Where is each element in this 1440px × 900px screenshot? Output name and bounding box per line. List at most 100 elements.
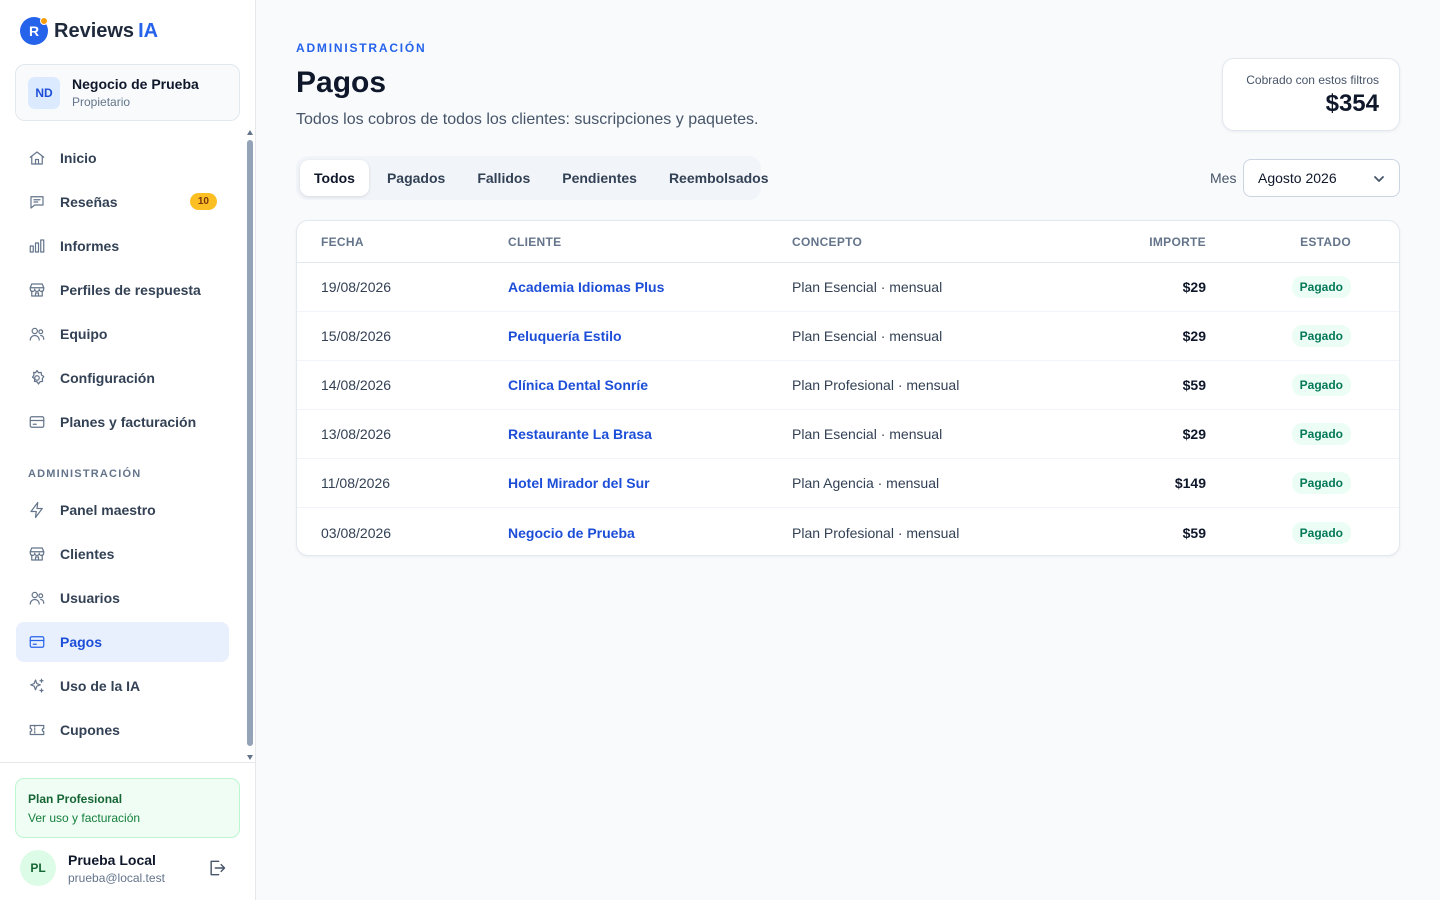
payment-date: 11/08/2026 [321, 475, 391, 491]
credit-card-icon [29, 636, 45, 648]
sidebar-footer: Plan Profesional Ver uso y facturación P… [0, 762, 255, 900]
chevron-down-icon [1374, 176, 1384, 182]
sidebar-item-pagos[interactable]: Pagos [16, 622, 229, 662]
tab-fallidos[interactable]: Fallidos [463, 160, 544, 196]
payment-date: 13/08/2026 [321, 426, 392, 442]
sidebar-item-clientes[interactable]: Clientes [16, 534, 229, 574]
tab-pendientes[interactable]: Pendientes [548, 160, 651, 196]
client-link[interactable]: Negocio de Prueba [508, 525, 635, 541]
client-link[interactable]: Clínica Dental Sonríe [508, 377, 648, 393]
sidebar-item-uso-ia[interactable]: Uso de la IA [16, 666, 229, 706]
month-select[interactable]: Agosto 2026 [1243, 159, 1400, 197]
scroll-up-arrow-icon[interactable] [247, 130, 253, 135]
payment-concept: Plan Agencia · mensual [792, 475, 940, 491]
month-select-value: Agosto 2026 [1258, 170, 1337, 186]
plan-name: Plan Profesional [28, 792, 123, 806]
status-badge: Pagado [1291, 276, 1351, 298]
payment-concept: Plan Esencial · mensual [792, 426, 943, 442]
column-header-cliente: CLIENTE [508, 234, 562, 249]
table-header: FECHA CLIENTE CONCEPTO IMPORTE ESTADO [297, 221, 1399, 263]
payment-concept: Plan Profesional · mensual [792, 524, 960, 541]
client-link[interactable]: Hotel Mirador del Sur [508, 475, 650, 491]
sidebar-item-panel-maestro[interactable]: Panel maestro [16, 490, 229, 530]
sidebar-item-inicio[interactable]: Inicio [16, 138, 229, 178]
payment-date: 15/08/2026 [321, 328, 392, 344]
client-link[interactable]: Academia Idiomas Plus [508, 279, 664, 295]
business-avatar: ND [28, 76, 60, 109]
sidebar-item-equipo[interactable]: Equipo [16, 314, 229, 354]
table-row: 13/08/2026 Restaurante La Brasa Plan Ese… [297, 410, 1399, 459]
payments-table: FECHA CLIENTE CONCEPTO IMPORTE ESTADO 19… [296, 220, 1400, 556]
tab-todos[interactable]: Todos [300, 160, 369, 196]
admin-section-label: ADMINISTRACIÓN [28, 468, 142, 480]
sidebar-item-label: Perfiles de respuesta [60, 282, 201, 298]
plan-usage-link[interactable]: Ver uso y facturación [28, 811, 227, 825]
total-value: $354 [1325, 90, 1379, 117]
table-row: 15/08/2026 Peluquería Estilo Plan Esenci… [297, 312, 1399, 361]
payment-concept: Plan Profesional · mensual [792, 377, 960, 393]
payment-amount: $29 [1182, 328, 1206, 344]
payment-date: 14/08/2026 [321, 377, 392, 393]
status-badge: Pagado [1291, 521, 1351, 544]
sidebar-item-label: Clientes [60, 546, 115, 562]
reviews-count-badge: 10 [189, 193, 217, 210]
business-role: Propietario [72, 95, 131, 109]
client-link[interactable]: Restaurante La Brasa [508, 426, 652, 442]
business-name: Negocio de Prueba [72, 76, 199, 92]
sidebar-item-label: Panel maestro [60, 502, 156, 518]
sidebar-item-label: Cupones [60, 722, 120, 738]
store-icon [29, 283, 45, 297]
logo-letter: R [28, 23, 40, 39]
brand-logo[interactable]: R Reviews IA [20, 17, 158, 45]
home-icon [29, 151, 45, 165]
sidebar-item-resenas[interactable]: Reseñas 10 [16, 182, 229, 222]
payment-amount: $29 [1182, 426, 1206, 442]
sidebar-item-label: Usuarios [60, 590, 120, 606]
column-header-estado: ESTADO [1300, 234, 1351, 249]
sidebar-item-planes[interactable]: Planes y facturación [16, 402, 229, 442]
payment-date: 19/08/2026 [321, 279, 392, 295]
sidebar-item-usuarios[interactable]: Usuarios [16, 578, 229, 618]
brand-suffix: IA [138, 19, 159, 42]
brand-name: Reviews IA [54, 20, 158, 43]
scroll-thumb[interactable] [247, 140, 253, 746]
user-profile: PL Prueba Local prueba@local.test [20, 850, 235, 886]
message-icon [30, 196, 44, 209]
table-row: 03/08/2026 Negocio de Prueba Plan Profes… [297, 508, 1399, 555]
payment-amount: $59 [1182, 524, 1206, 541]
sidebar-item-informes[interactable]: Informes [16, 226, 229, 266]
store-icon [29, 547, 45, 561]
lightning-icon [30, 501, 43, 519]
payment-amount: $29 [1182, 279, 1206, 295]
sidebar-nav: Inicio Reseñas 10 Informes Perfiles de r… [16, 138, 229, 754]
sidebar-item-label: Reseñas [60, 194, 118, 210]
logo-icon: R [20, 17, 48, 45]
tab-reembolsados[interactable]: Reembolsados [655, 160, 783, 196]
sidebar-item-label: Pagos [60, 634, 103, 650]
logout-button[interactable] [207, 858, 229, 880]
sidebar-item-perfiles[interactable]: Perfiles de respuesta [16, 270, 229, 310]
ticket-icon [29, 724, 45, 736]
table-row: 19/08/2026 Academia Idiomas Plus Plan Es… [297, 263, 1399, 312]
credit-card-icon [29, 416, 45, 428]
page-subtitle: Todos los cobros de todos los clientes: … [296, 111, 759, 128]
column-header-fecha: FECHA [321, 234, 364, 249]
sidebar: R Reviews IA ND Negocio de Prueba Propiet… [0, 0, 256, 900]
scroll-down-arrow-icon[interactable] [247, 755, 253, 760]
sidebar-item-label: Configuración [60, 370, 155, 386]
users-icon [29, 591, 45, 605]
total-label: Cobrado con estos filtros [1246, 73, 1379, 87]
sidebar-item-label: Planes y facturación [60, 414, 197, 430]
sidebar-item-configuracion[interactable]: Configuración [16, 358, 229, 398]
tab-pagados[interactable]: Pagados [373, 160, 459, 196]
status-badge: Pagado [1291, 374, 1351, 396]
business-switcher[interactable]: ND Negocio de Prueba Propietario [15, 64, 240, 121]
plan-card[interactable]: Plan Profesional Ver uso y facturación [15, 778, 240, 838]
sidebar-item-label: Informes [60, 238, 120, 254]
client-link[interactable]: Peluquería Estilo [508, 328, 622, 344]
status-tabs: Todos Pagados Fallidos Pendientes Reembo… [296, 156, 769, 200]
avatar: PL [20, 850, 56, 886]
status-badge: Pagado [1291, 472, 1351, 494]
sidebar-item-cupones[interactable]: Cupones [16, 710, 229, 750]
sidebar-scrollbar[interactable] [246, 130, 254, 760]
